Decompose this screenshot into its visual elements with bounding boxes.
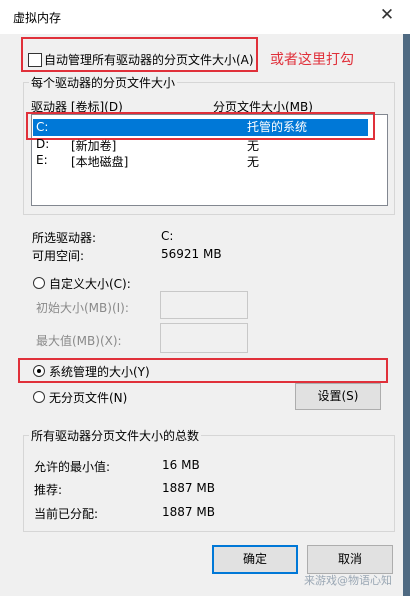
drive-e-letter: E: [36,153,48,167]
watermark: 来游戏@物语心知 [304,574,392,587]
min-allowed-label: 允许的最小值: [34,460,111,474]
max-size-input[interactable] [160,323,248,353]
drives-group-title: 每个驱动器的分页文件大小 [29,74,178,91]
close-icon[interactable]: ✕ [377,5,397,25]
drive-d-size: 无 [247,139,260,153]
custom-size-label[interactable]: 自定义大小(C): [49,275,131,292]
no-paging-file-radio[interactable] [33,391,45,403]
current-allocated-label: 当前已分配: [34,507,99,521]
highlight-box-drive-c [26,112,375,140]
auto-manage-checkbox[interactable] [28,53,42,67]
title-bar[interactable] [0,0,410,34]
no-paging-file-label[interactable]: 无分页文件(N) [49,389,127,406]
drive-e-label: [本地磁盘] [71,155,129,169]
initial-size-input[interactable] [160,291,248,319]
auto-manage-label[interactable]: 自动管理所有驱动器的分页文件大小(A) [44,51,254,68]
totals-group-title: 所有驱动器分页文件大小的总数 [29,427,202,444]
recommended-value: 1887 MB [162,481,215,495]
drive-d-label: [新加卷] [71,139,117,153]
ok-button[interactable]: 确定 [212,545,298,574]
min-allowed-value: 16 MB [162,458,200,472]
free-space-label: 可用空间: [32,249,85,263]
free-space-value: 56921 MB [161,247,222,261]
annotation-text: 或者这里打勾 [270,52,354,68]
set-button[interactable]: 设置(S) [295,383,381,410]
cancel-button[interactable]: 取消 [307,545,393,574]
drive-d-letter: D: [36,137,50,151]
custom-size-radio[interactable] [33,277,45,289]
initial-size-label: 初始大小(MB)(I): [36,301,129,315]
selected-drive-label: 所选驱动器: [32,231,97,245]
selected-drive-value: C: [161,229,174,243]
recommended-label: 推荐: [34,483,63,497]
drive-e-size: 无 [247,155,260,169]
system-managed-label[interactable]: 系统管理的大小(Y) [49,363,150,380]
window-title: 虚拟内存 [13,11,62,25]
system-managed-radio[interactable] [33,365,45,377]
current-allocated-value: 1887 MB [162,505,215,519]
max-size-label: 最大值(MB)(X): [36,334,122,348]
background-strip [403,34,410,596]
